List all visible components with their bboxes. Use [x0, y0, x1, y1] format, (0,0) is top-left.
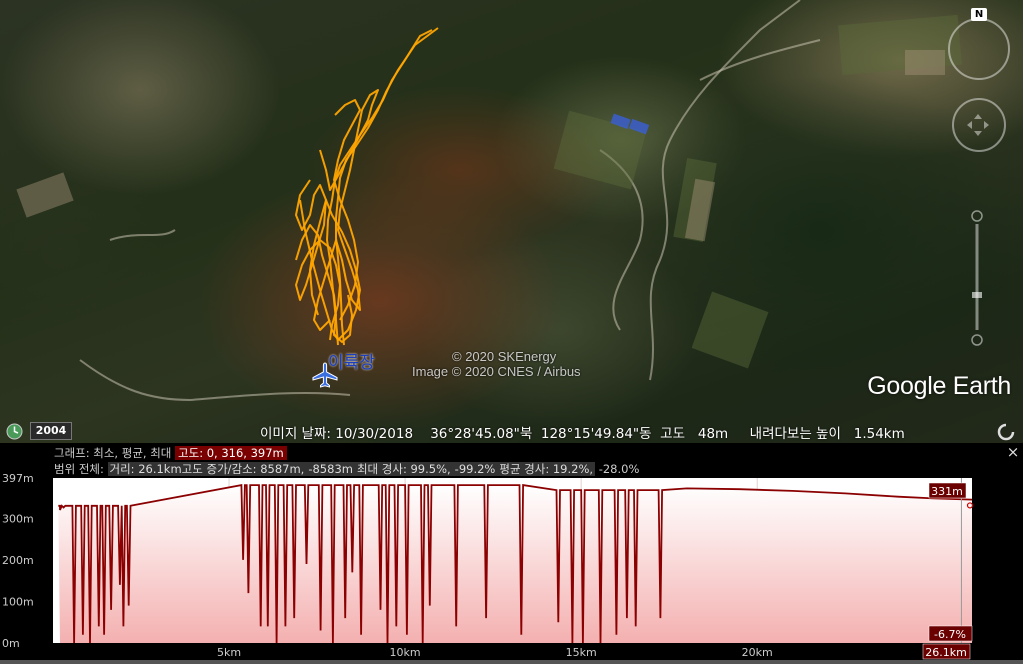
- x-tick-label: 20km: [742, 646, 773, 659]
- current-distance: 26.1km: [925, 646, 967, 659]
- y-tick-label: 200m: [2, 554, 34, 567]
- loading-icon: [997, 423, 1015, 441]
- y-axis-labels: 397m 300m 200m 100m 0m: [2, 473, 34, 650]
- y-tick-label: 0m: [2, 637, 20, 650]
- clock-icon[interactable]: [6, 423, 23, 440]
- profile-scrollbar[interactable]: [0, 660, 1023, 664]
- x-axis-labels: 5km 10km 15km 20km: [217, 646, 773, 659]
- airplane-icon[interactable]: [311, 361, 339, 389]
- elevation-chart[interactable]: 397m300m200m100m0m 5km 10km 15km 20km 331m …: [0, 473, 1023, 660]
- y-tick-label: 397m: [2, 473, 34, 485]
- current-elevation: 331m: [931, 485, 963, 498]
- copyright-line-2: Image © 2020 CNES / Airbus: [412, 364, 581, 379]
- status-bar: 2004 이미지 날짜: 10/30/2018 36°28'45.08"북 12…: [0, 420, 1023, 443]
- elevation-stats-badge: 고도: 0, 316, 397m: [175, 446, 287, 460]
- current-distance-box: 26.1km: [922, 643, 971, 660]
- profile-summary-row: 그래프: 최소, 평균, 최대 고도: 0, 316, 397m: [54, 445, 287, 461]
- elevation-profile-panel: × 그래프: 최소, 평균, 최대 고도: 0, 316, 397m 범위 전체…: [0, 443, 1023, 664]
- zoom-slider[interactable]: [970, 210, 984, 350]
- google-earth-logo: Google Earth: [867, 372, 1011, 400]
- move-arrows-icon[interactable]: [967, 114, 989, 136]
- close-button[interactable]: ×: [1006, 445, 1020, 460]
- y-tick-label: 100m: [2, 595, 34, 608]
- current-elevation-box: 331m: [928, 482, 967, 499]
- x-tick-label: 10km: [390, 646, 421, 659]
- look-around-ring[interactable]: [948, 18, 1010, 80]
- copyright-line-1: © 2020 SKEnergy: [452, 349, 557, 364]
- x-tick-label: 5km: [217, 646, 241, 659]
- status-text: 이미지 날짜: 10/30/2018 36°28'45.08"북 128°15'…: [260, 426, 905, 442]
- y-tick-label: 300m: [2, 512, 34, 525]
- graph-stats-label: 그래프: 최소, 평균, 최대: [54, 446, 172, 460]
- current-grade: -6.7%: [934, 628, 966, 641]
- earth-map-view[interactable]: 이륙장 © 2020 SKEnergy Image © 2020 CNES / …: [0, 0, 1023, 443]
- current-grade-box: -6.7%: [928, 625, 973, 642]
- elevation-area: [58, 485, 973, 643]
- x-tick-label: 15km: [566, 646, 597, 659]
- historical-imagery-year[interactable]: 2004: [30, 422, 72, 440]
